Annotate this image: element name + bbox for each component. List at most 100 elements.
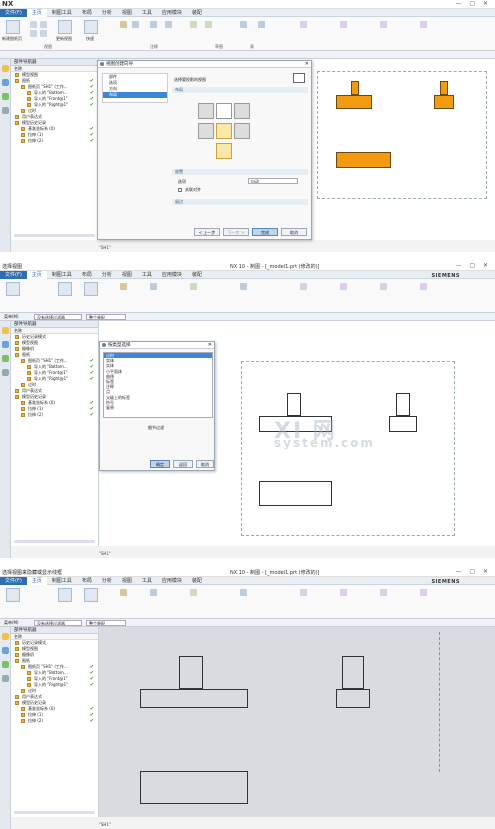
projection-right[interactable] [234,123,250,139]
menu-drafting-tools[interactable]: 制图工具 [47,271,77,279]
selection-scope-select[interactable]: 整个装配 [86,314,126,320]
new-sheet-button[interactable] [6,588,20,602]
view-front[interactable] [140,771,248,804]
menu-view[interactable]: 视图 [117,9,137,17]
tree-node[interactable]: 拉伸 (2) ✔ [11,412,98,418]
gear-icon[interactable] [100,62,104,66]
tool-icon[interactable] [340,21,347,28]
sketch-icon[interactable] [190,589,197,596]
table-icon[interactable] [258,21,265,28]
part-navigator-icon[interactable] [2,633,9,640]
menu-file[interactable]: 文件(F) [0,9,27,17]
selection-filter-select[interactable]: 没有选择过滤器 [34,620,82,626]
menu-layout[interactable]: 布局 [77,271,97,279]
assembly-navigator-icon[interactable] [2,341,9,348]
sheet-tab[interactable]: "SH1" [99,245,111,250]
menu-file[interactable]: 文件(F) [0,577,27,585]
part-view-top-boss[interactable] [351,81,359,95]
menu-view[interactable]: 视图 [117,577,137,585]
annotation-icon[interactable] [165,21,172,28]
sketch-icon[interactable] [205,21,212,28]
view-top-boss[interactable] [179,656,203,689]
menu-layout[interactable]: 布局 [77,9,97,17]
menu-application[interactable]: 应用模块 [157,9,187,17]
dimension-icon[interactable] [120,589,127,596]
next-button[interactable]: 下一步 > [223,228,249,236]
quick-button[interactable] [84,282,98,296]
cancel-button[interactable]: 取消 [196,460,214,468]
tool-icon[interactable] [340,589,347,596]
window-controls[interactable]: — ▢ ✕ [455,0,491,7]
window-controls[interactable]: — ▢ ✕ [455,262,491,269]
tool-icon[interactable] [420,589,427,596]
type-list-item[interactable]: 复原 [104,405,212,410]
menu-drafting-tools[interactable]: 制图工具 [47,577,77,585]
view-top-base[interactable] [140,689,248,708]
projection-center[interactable] [216,123,232,139]
dimension-icon[interactable] [120,283,127,290]
table-icon[interactable] [240,21,247,28]
tool-icon[interactable] [340,283,347,290]
part-view-right-boss[interactable] [440,81,448,95]
tool-icon[interactable] [300,21,307,28]
table-icon[interactable] [240,589,247,596]
web-browser-icon[interactable] [2,675,9,682]
sketch-icon[interactable] [190,283,197,290]
assembly-navigator-icon[interactable] [2,79,9,86]
menu-drafting-tools[interactable]: 制图工具 [47,9,77,17]
web-browser-icon[interactable] [2,369,9,376]
view-front[interactable] [259,481,332,506]
cancel-button[interactable]: 取消 [281,228,307,236]
menu-application[interactable]: 应用模块 [157,577,187,585]
section-margin-header[interactable]: 留边 [172,199,308,205]
new-sheet-button[interactable] [6,20,20,34]
projection-top-right[interactable] [234,103,250,119]
view-tool-icon[interactable] [40,30,47,37]
part-view-front[interactable] [336,152,391,168]
annotation-icon[interactable] [150,283,157,290]
menu-assembly[interactable]: 装配 [187,577,207,585]
view-tool-icon[interactable] [30,30,37,37]
annotation-icon[interactable] [150,589,157,596]
view-right-boss[interactable] [396,393,410,416]
menu-tools[interactable]: 工具 [137,577,157,585]
menu-analysis[interactable]: 分析 [97,271,117,279]
view-tool-icon[interactable] [40,21,47,28]
navigator-scrollbar[interactable] [14,540,95,543]
projection-top-left[interactable] [198,103,214,119]
sketch-icon[interactable] [190,21,197,28]
close-icon[interactable]: ✕ [208,342,212,349]
menu-analysis[interactable]: 分析 [97,9,117,17]
tool-icon[interactable] [300,589,307,596]
ok-button[interactable]: 确定 [150,460,170,468]
detail-filter-link[interactable]: 细节过滤 [148,425,164,431]
menu-button[interactable]: 菜单(M) [4,314,19,320]
gear-icon[interactable] [102,343,106,347]
close-icon[interactable]: ✕ [305,61,309,68]
menu-application[interactable]: 应用模块 [157,271,187,279]
menu-assembly[interactable]: 装配 [187,9,207,17]
sheet-tab[interactable]: "SH1" [99,822,111,827]
back-button[interactable]: 返回 [173,460,193,468]
selection-scope-select[interactable]: 整个装配 [86,620,126,626]
constraint-navigator-icon[interactable] [2,355,9,362]
selection-filter-select[interactable]: 没有选择过滤器 [34,314,82,320]
tool-icon[interactable] [420,283,427,290]
update-view-button[interactable] [58,20,72,34]
table-icon[interactable] [240,283,247,290]
menu-layout[interactable]: 布局 [77,577,97,585]
annotation-icon[interactable] [150,21,157,28]
quick-button[interactable] [84,588,98,602]
drawing-canvas[interactable] [99,627,495,817]
menu-assembly[interactable]: 装配 [187,271,207,279]
section-layout-header[interactable]: 布局 [172,87,308,93]
wizard-step-layout[interactable]: 布局 [103,92,167,98]
note-icon[interactable] [132,21,139,28]
menu-tools[interactable]: 工具 [137,9,157,17]
finish-button[interactable]: 完成 [252,228,278,236]
menu-view[interactable]: 视图 [117,271,137,279]
new-sheet-button[interactable] [6,282,20,296]
sheet-tab[interactable]: "SH1" [99,551,111,556]
section-placement-header[interactable]: 放置 [172,169,308,175]
constraint-navigator-icon[interactable] [2,93,9,100]
